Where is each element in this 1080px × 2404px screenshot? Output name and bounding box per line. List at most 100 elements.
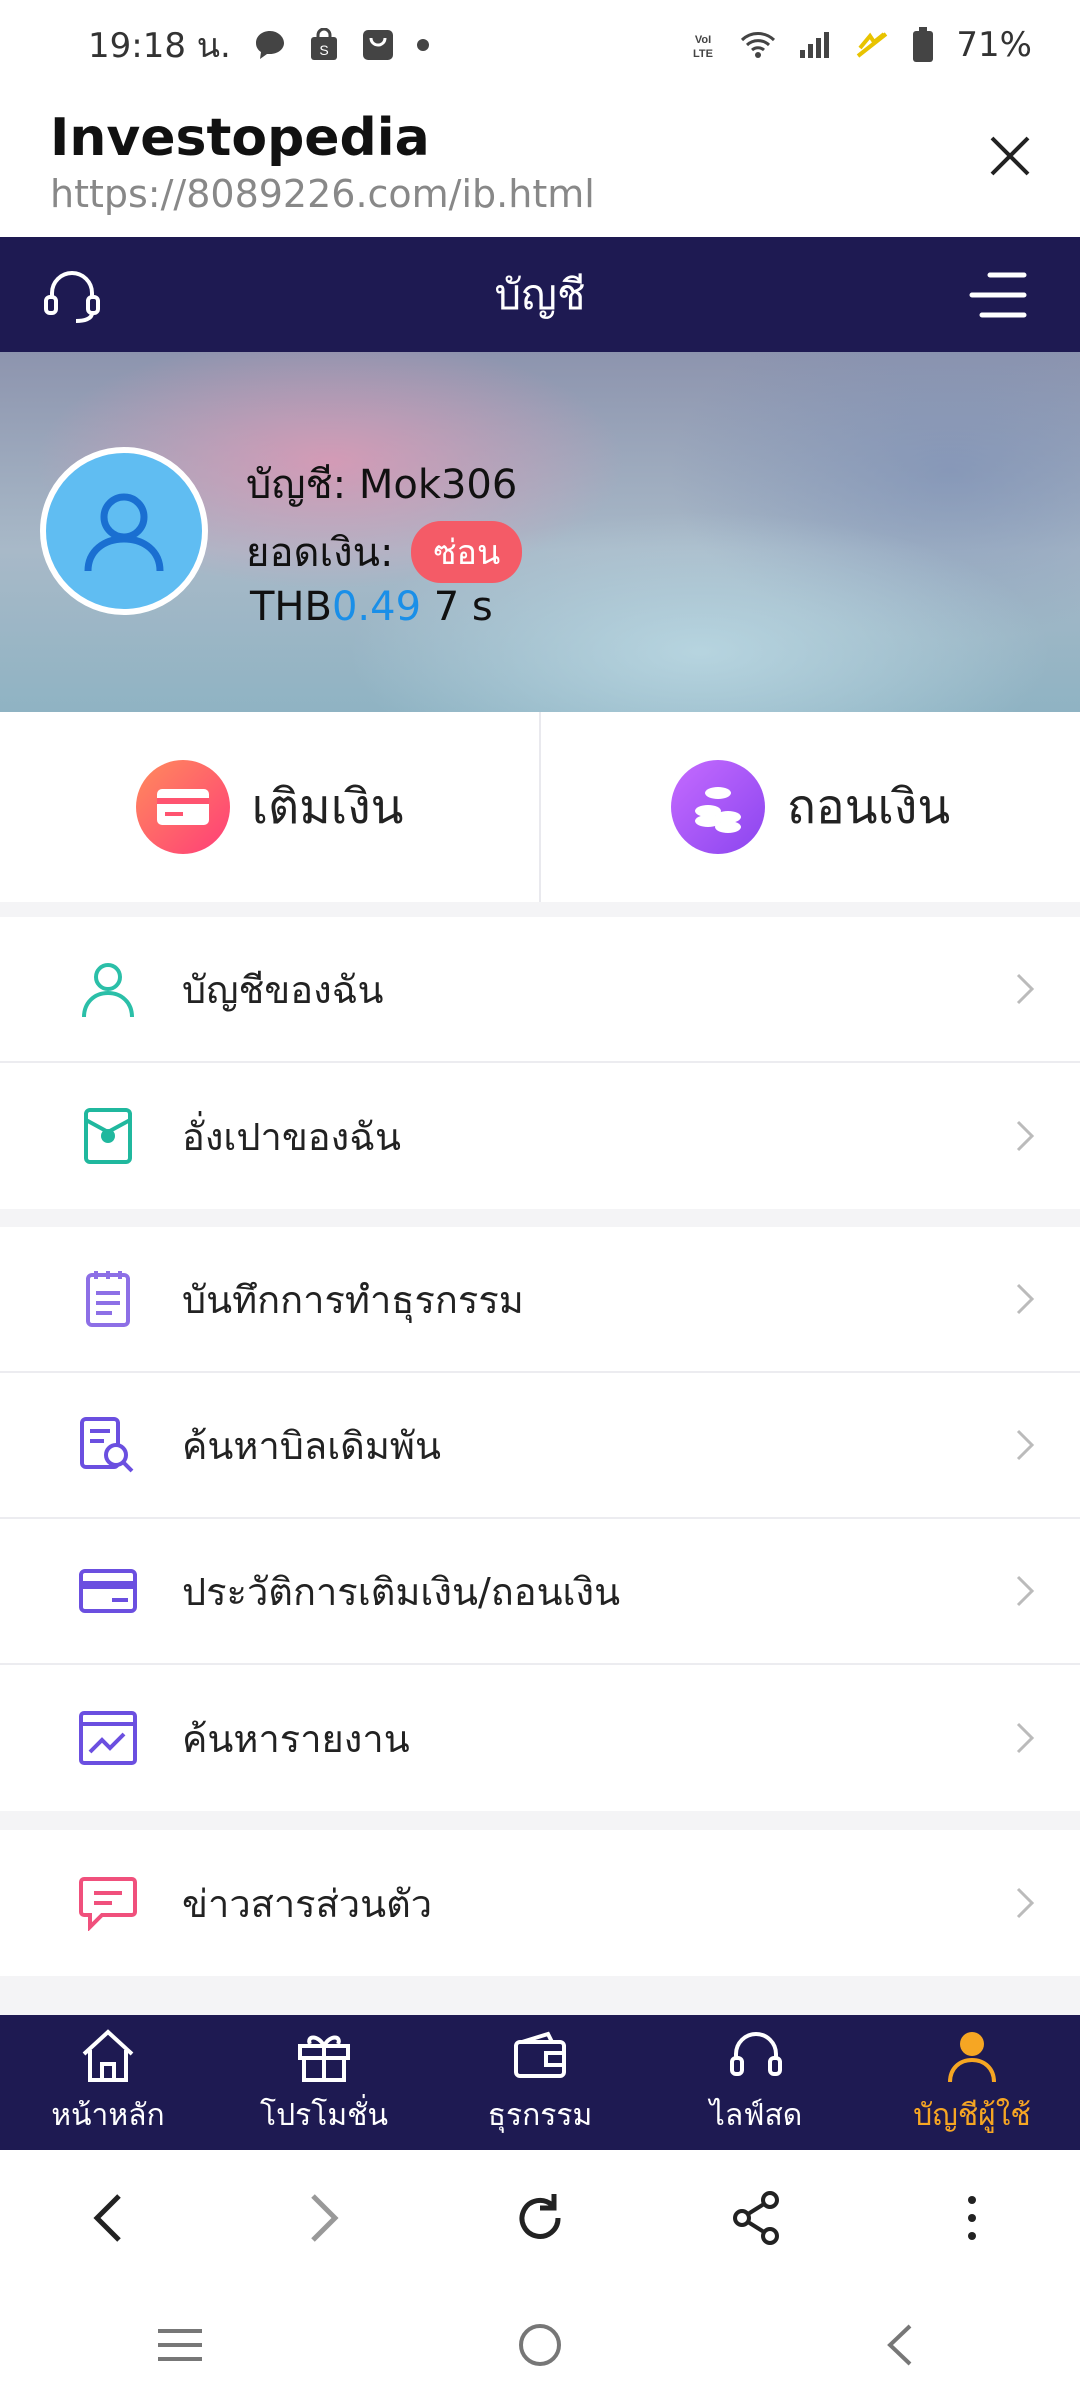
nav-label: ไลฟ์สด (709, 2098, 803, 2133)
home-button[interactable] (505, 2310, 575, 2380)
tab-url[interactable]: https://8089226.com/ib.html (50, 172, 595, 216)
menu-group-messages: ข่าวสารส่วนตัว (0, 1830, 1080, 1976)
close-icon (990, 136, 1030, 176)
menu-item-label: อั่งเปาของฉัน (182, 1114, 402, 1159)
menu-item-label: ประวัติการเติมเงิน/ถอนเงิน (182, 1569, 621, 1614)
browser-toolbar (0, 2150, 1080, 2285)
home-icon (82, 2029, 134, 2082)
menu-item-label: บัญชีของฉัน (182, 967, 384, 1012)
user-avatar-icon (84, 493, 164, 572)
bottom-nav: หน้าหลัก โปรโมชั่น ธุรกรรม ไลฟ์สด บัญชีผ… (0, 2015, 1080, 2150)
menu-item-bet-bill-search[interactable]: ค้นหาบิลเดิมพัน (0, 1373, 1080, 1519)
close-tab-button[interactable] (980, 126, 1040, 186)
home-circle-icon (519, 2323, 561, 2366)
browser-more-button[interactable] (937, 2183, 1007, 2253)
browser-back-button[interactable] (73, 2183, 143, 2253)
wifi-icon (740, 30, 776, 60)
chevron-right-icon (1016, 1120, 1035, 1152)
menu-button[interactable] (968, 269, 1028, 321)
status-time: 19:18 น. (88, 26, 231, 66)
share-icon (733, 2190, 779, 2245)
chevron-right-icon (1016, 973, 1035, 1005)
menu-item-personal-news[interactable]: ข่าวสารส่วนตัว (0, 1830, 1080, 1976)
back-button[interactable] (865, 2310, 935, 2380)
report-chart-icon (78, 1708, 138, 1768)
account-name-row: บัญชี: Mok306 (246, 452, 517, 516)
status-bar: 19:18 น. S VoI LTE 71% (0, 0, 1080, 90)
svg-text:S: S (319, 42, 328, 58)
headset-icon (730, 2032, 782, 2076)
account-summary-banner: บัญชี: Mok306 ยอดเงิน: ซ่อน THB0.49 7 s (0, 352, 1080, 712)
recent-apps-button[interactable] (145, 2310, 215, 2380)
svg-text:LTE: LTE (693, 48, 713, 60)
nav-user-account[interactable]: บัญชีผู้ใช้ (864, 2015, 1080, 2150)
signal-icon (798, 30, 832, 60)
page-title: บัญชี (494, 269, 586, 319)
funds-actions: เติมเงิน ถอนเงิน (0, 712, 1080, 902)
battery-icon (912, 27, 934, 63)
nav-label: ธุรกรรม (487, 2098, 593, 2133)
browser-forward-button[interactable] (289, 2183, 359, 2253)
power-saving-icon (854, 30, 890, 60)
browser-reload-button[interactable] (505, 2183, 575, 2253)
balance-row: ยอดเงิน: ซ่อน (246, 520, 523, 584)
wallet-icon (514, 2031, 566, 2078)
shopping-bag-icon: S (309, 28, 339, 62)
menu-item-label: ข่าวสารส่วนตัว (182, 1881, 433, 1926)
menu-item-report-search[interactable]: ค้นหารายงาน (0, 1665, 1080, 1811)
clipboard-icon (78, 1269, 138, 1329)
user-icon (948, 2032, 996, 2083)
avatar[interactable] (40, 447, 208, 615)
refresh-timer: 7 s (433, 584, 493, 630)
browser-share-button[interactable] (721, 2183, 791, 2253)
nav-transactions[interactable]: ธุรกรรม (432, 2015, 648, 2150)
red-envelope-icon (78, 1106, 138, 1166)
account-label: บัญชี: (246, 462, 347, 508)
menu-item-label: ค้นหารายงาน (182, 1716, 410, 1761)
nav-promotions[interactable]: โปรโมชั่น (216, 2015, 432, 2150)
nav-label: หน้าหลัก (51, 2098, 165, 2133)
gift-icon (298, 2035, 350, 2082)
chevron-right-icon (1016, 1575, 1035, 1607)
menu-icon (969, 272, 1027, 318)
message-icon (78, 1873, 138, 1933)
nav-label: บัญชีผู้ใช้ (913, 2098, 1031, 2133)
account-username: Mok306 (358, 462, 518, 508)
withdraw-button[interactable]: ถอนเงิน (539, 712, 1080, 902)
menu-item-label: บันทึกการทำธุรกรรม (182, 1277, 524, 1322)
dot-icon (416, 39, 429, 51)
customer-support-button[interactable] (40, 263, 104, 327)
chevron-right-icon (1016, 1429, 1035, 1461)
balance-label: ยอดเงิน: (246, 530, 394, 576)
chevron-right-icon (1016, 1722, 1035, 1754)
system-navigation-bar (0, 2285, 1080, 2404)
chevron-left-icon (93, 2193, 121, 2242)
tab-title: Investopedia (50, 108, 430, 168)
card-icon (78, 1561, 138, 1621)
deposit-card-icon (135, 760, 230, 854)
nav-live[interactable]: ไลฟ์สด (648, 2015, 864, 2150)
headset-icon (44, 271, 100, 323)
menu-group-records: บันทึกการทำธุรกรรม ค้นหาบิลเดิมพัน ประวั… (0, 1227, 1080, 1811)
balance-value: 0.49 (331, 584, 422, 630)
reload-icon (519, 2193, 561, 2239)
menu-item-my-red-envelope[interactable]: อั่งเปาของฉัน (0, 1063, 1080, 1209)
withdraw-label: ถอนเงิน (786, 779, 951, 835)
hide-balance-button[interactable]: ซ่อน (411, 521, 523, 583)
menu-item-my-account[interactable]: บัญชีของฉัน (0, 917, 1080, 1063)
menu-item-transaction-log[interactable]: บันทึกการทำธุรกรรม (0, 1227, 1080, 1373)
coins-icon (670, 760, 765, 854)
volte-icon: VoI LTE (688, 30, 718, 60)
nav-home[interactable]: หน้าหลัก (0, 2015, 216, 2150)
menu-item-label: ค้นหาบิลเดิมพัน (182, 1423, 441, 1468)
recent-apps-icon (158, 2328, 202, 2361)
custom-tab-header: Investopedia https://8089226.com/ib.html (0, 90, 1080, 237)
back-icon (887, 2324, 912, 2365)
store-icon (361, 28, 395, 62)
menu-item-deposit-withdraw-history[interactable]: ประวัติการเติมเงิน/ถอนเงิน (0, 1519, 1080, 1665)
balance-currency: THB (250, 584, 332, 630)
deposit-button[interactable]: เติมเงิน (0, 712, 539, 902)
chevron-right-icon (311, 2193, 339, 2242)
chevron-right-icon (1016, 1887, 1035, 1919)
nav-label: โปรโมชั่น (259, 2098, 389, 2133)
